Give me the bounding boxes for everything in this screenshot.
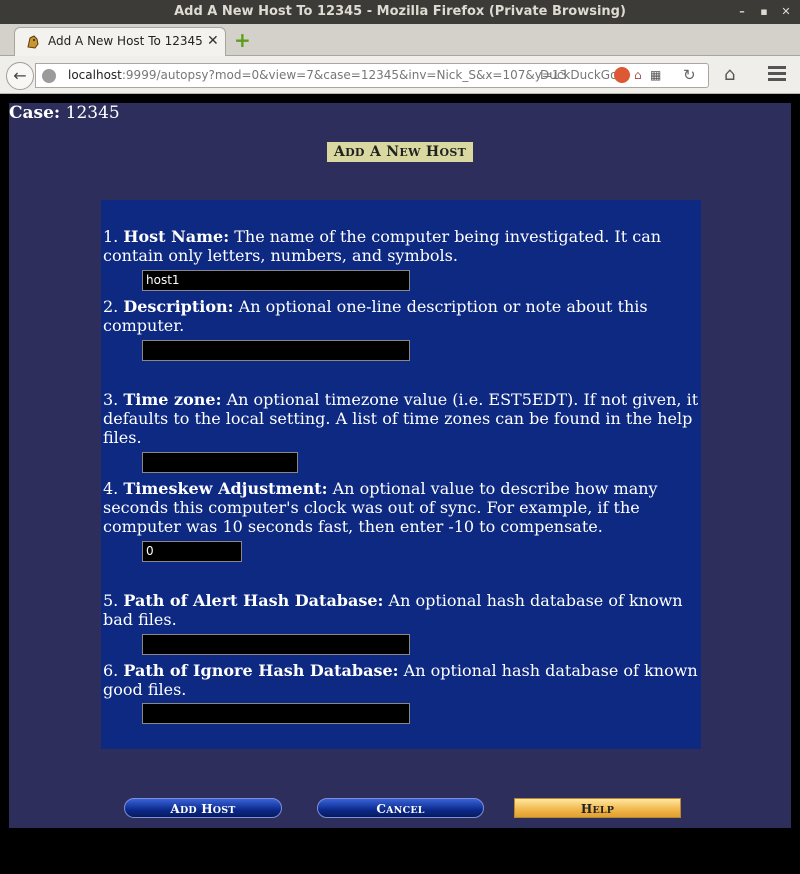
maximize-icon[interactable]: ▪ <box>758 6 770 18</box>
case-line: Case: 12345 <box>9 103 120 123</box>
window-titlebar: Add A New Host To 12345 - Mozilla Firefo… <box>0 0 800 24</box>
back-button[interactable]: ← <box>6 62 34 90</box>
ignore-hash-db-input[interactable] <box>142 703 410 724</box>
url-text[interactable]: localhost:9999/autopsy?mod=0&view=7&case… <box>68 68 567 82</box>
add-host-button[interactable]: ADD HOST <box>124 798 282 818</box>
home-extension-icon[interactable]: ⌂ <box>634 68 648 82</box>
description-input[interactable] <box>142 340 410 361</box>
host-form: 1. Host Name: The name of the computer b… <box>101 200 701 749</box>
window-title: Add A New Host To 12345 - Mozilla Firefo… <box>174 4 626 19</box>
host-name-input[interactable]: host1 <box>142 270 410 291</box>
new-tab-icon[interactable]: + <box>234 30 251 50</box>
autopsy-dog-icon <box>27 35 39 49</box>
home-icon[interactable]: ⌂ <box>724 64 735 85</box>
timeskew-instructions: 4. Timeskew Adjustment: An optional valu… <box>103 479 658 536</box>
help-button[interactable]: HELP <box>514 798 681 818</box>
tab-label: Add A New Host To 12345 <box>48 34 203 48</box>
site-identity-icon[interactable] <box>42 69 56 83</box>
time-zone-instructions: 3. Time zone: An optional timezone value… <box>103 390 699 447</box>
reload-icon[interactable]: ↻ <box>683 66 696 84</box>
navigation-bar: localhost:9999/autopsy?mod=0&view=7&case… <box>0 56 800 94</box>
page-content: Case: 12345 ADD A NEW HOST 1. Host Name:… <box>9 103 791 828</box>
close-window-icon[interactable]: ✕ <box>780 6 792 18</box>
qr-code-icon[interactable]: ▦ <box>650 68 664 82</box>
cancel-button[interactable]: CANCEL <box>317 798 484 818</box>
time-zone-input[interactable] <box>142 452 298 473</box>
case-label: Case: <box>9 103 61 123</box>
close-tab-icon[interactable]: ✕ <box>207 33 219 49</box>
minimize-icon[interactable]: – <box>736 6 748 18</box>
tab-add-new-host[interactable]: Add A New Host To 12345 ✕ <box>14 27 226 56</box>
hamburger-menu-icon[interactable] <box>768 66 786 84</box>
tab-strip: Add A New Host To 12345 ✕ + <box>0 24 800 56</box>
page-heading: ADD A NEW HOST <box>327 142 473 162</box>
timeskew-input[interactable]: 0 <box>142 541 242 562</box>
alert-hash-db-instructions: 5. Path of Alert Hash Database: An optio… <box>103 591 683 629</box>
ignore-hash-db-instructions: 6. Path of Ignore Hash Database: An opti… <box>103 661 698 699</box>
back-arrow-icon: ← <box>13 66 27 85</box>
case-value: 12345 <box>65 103 120 123</box>
host-name-instructions: 1. Host Name: The name of the computer b… <box>103 227 662 265</box>
duckduckgo-icon[interactable] <box>614 67 630 83</box>
url-bar[interactable]: localhost:9999/autopsy?mod=0&view=7&case… <box>35 63 709 88</box>
alert-hash-db-input[interactable] <box>142 634 410 655</box>
description-instructions: 2. Description: An optional one-line des… <box>103 297 648 335</box>
search-engine-label[interactable]: DuckDuckGo <box>540 68 617 82</box>
